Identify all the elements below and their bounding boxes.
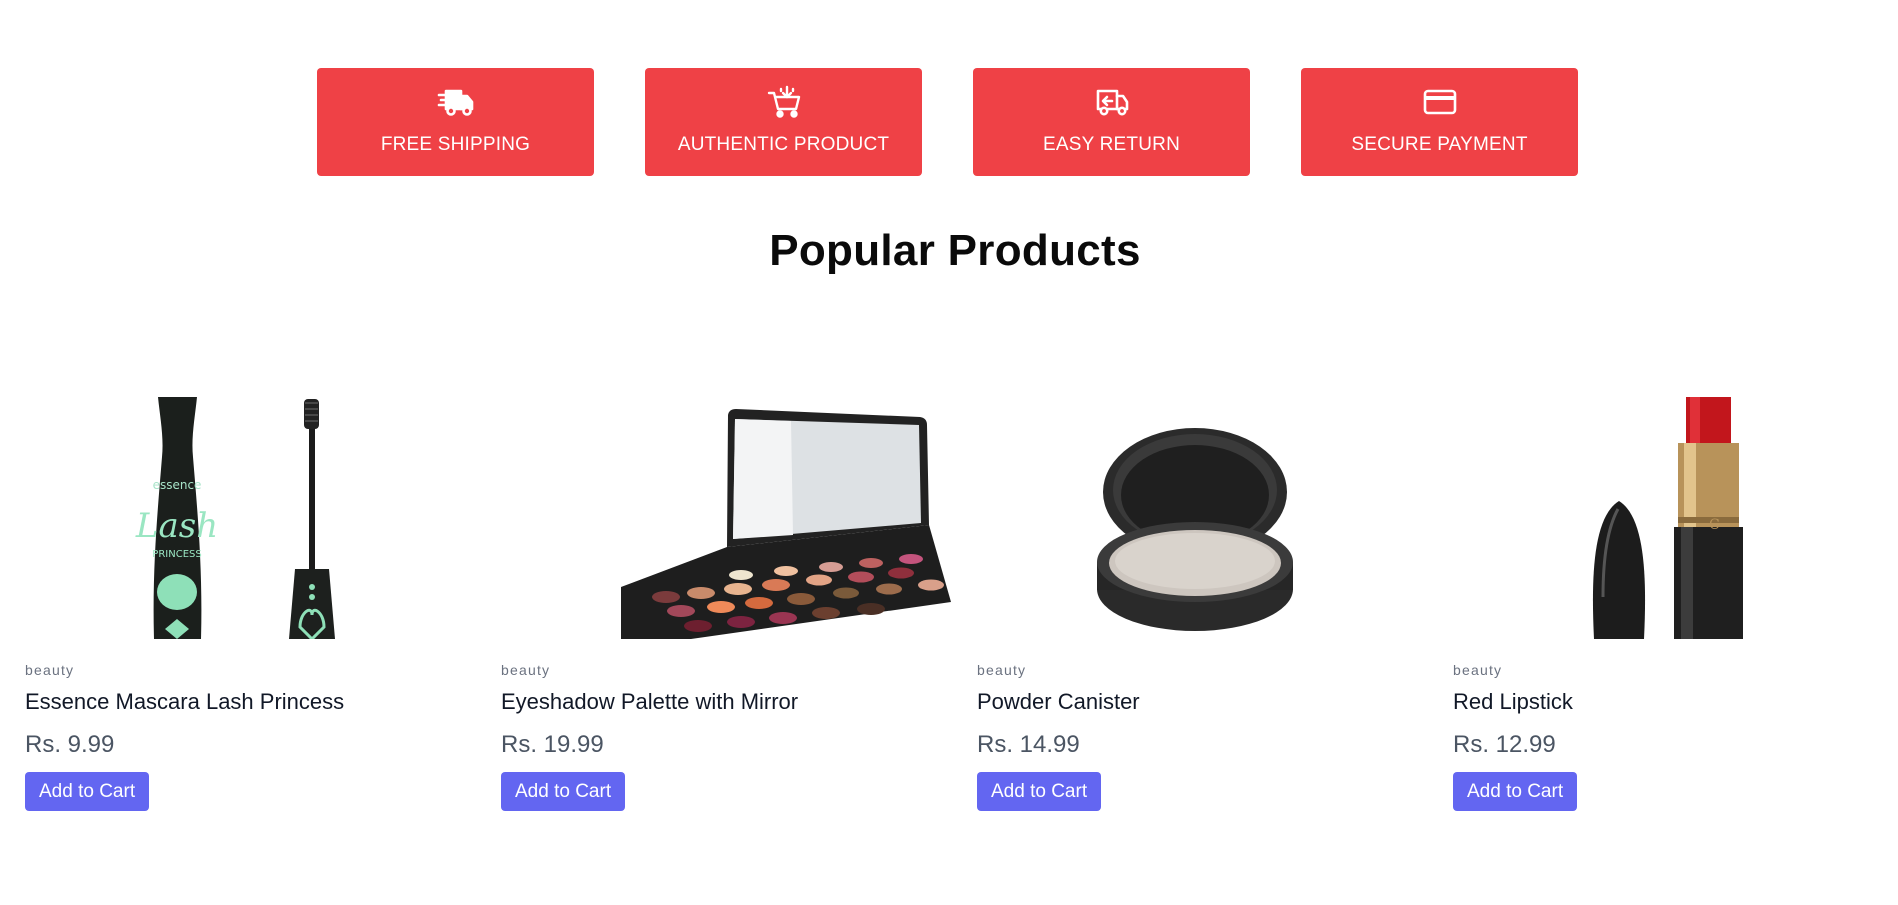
add-to-cart-button[interactable]: Add to Cart (1453, 772, 1578, 811)
cart-icon (764, 84, 804, 120)
feature-label: FREE SHIPPING (380, 134, 531, 155)
add-to-cart-button[interactable]: Add to Cart (501, 772, 626, 811)
product-card: essence Lash PRINCESS beauty Essence Mas… (25, 397, 501, 811)
feature-label: SECURE PAYMENT (1351, 134, 1528, 155)
product-card: beauty Eyeshadow Palette with Mirror Rs.… (501, 397, 977, 811)
features-bar: FREE SHIPPING AUTHENTIC PRODUCT EASY RET… (0, 68, 1898, 176)
svg-text:essence: essence (153, 478, 202, 492)
product-name[interactable]: Essence Mascara Lash Princess (25, 689, 501, 715)
red-lipstick-image[interactable]: C (1453, 397, 1898, 639)
feature-label: AUTHENTIC PRODUCT (677, 134, 890, 155)
product-category: beauty (1453, 662, 1503, 678)
mascara-image[interactable]: essence Lash PRINCESS (25, 397, 501, 639)
product-price: Rs. 14.99 (977, 731, 1080, 758)
product-card: C beauty Red Lipstick Rs. 12.99 Add to C… (1453, 397, 1898, 811)
section-title: Popular Products (769, 226, 1141, 275)
feature-free-shipping[interactable]: FREE SHIPPING (317, 68, 594, 176)
add-to-cart-button[interactable]: Add to Cart (25, 772, 150, 811)
feature-label: EASY RETURN (1043, 134, 1180, 155)
product-price: Rs. 9.99 (25, 731, 115, 758)
powder-canister-image[interactable] (977, 397, 1453, 639)
product-category: beauty (501, 662, 551, 678)
product-price: Rs. 12.99 (1453, 731, 1556, 758)
svg-text:PRINCESS: PRINCESS (152, 549, 201, 560)
product-name[interactable]: Eyeshadow Palette with Mirror (501, 689, 977, 715)
add-to-cart-button[interactable]: Add to Cart (977, 772, 1102, 811)
svg-text:Lash: Lash (135, 506, 218, 546)
feature-authentic-product[interactable]: AUTHENTIC PRODUCT (645, 68, 922, 176)
product-category: beauty (25, 662, 75, 678)
credit-card-icon (1420, 84, 1460, 120)
product-category: beauty (977, 662, 1027, 678)
product-card: beauty Powder Canister Rs. 14.99 Add to … (977, 397, 1453, 811)
return-truck-icon (1092, 84, 1132, 120)
feature-secure-payment[interactable]: SECURE PAYMENT (1301, 68, 1578, 176)
eyeshadow-palette-image[interactable] (501, 397, 977, 639)
product-name[interactable]: Powder Canister (977, 689, 1453, 715)
svg-text:C: C (1709, 517, 1720, 533)
product-price: Rs. 19.99 (501, 731, 604, 758)
truck-fast-icon (436, 84, 476, 120)
product-name[interactable]: Red Lipstick (1453, 689, 1898, 715)
feature-easy-return[interactable]: EASY RETURN (973, 68, 1250, 176)
product-grid: essence Lash PRINCESS beauty Essence Mas… (25, 397, 1898, 811)
